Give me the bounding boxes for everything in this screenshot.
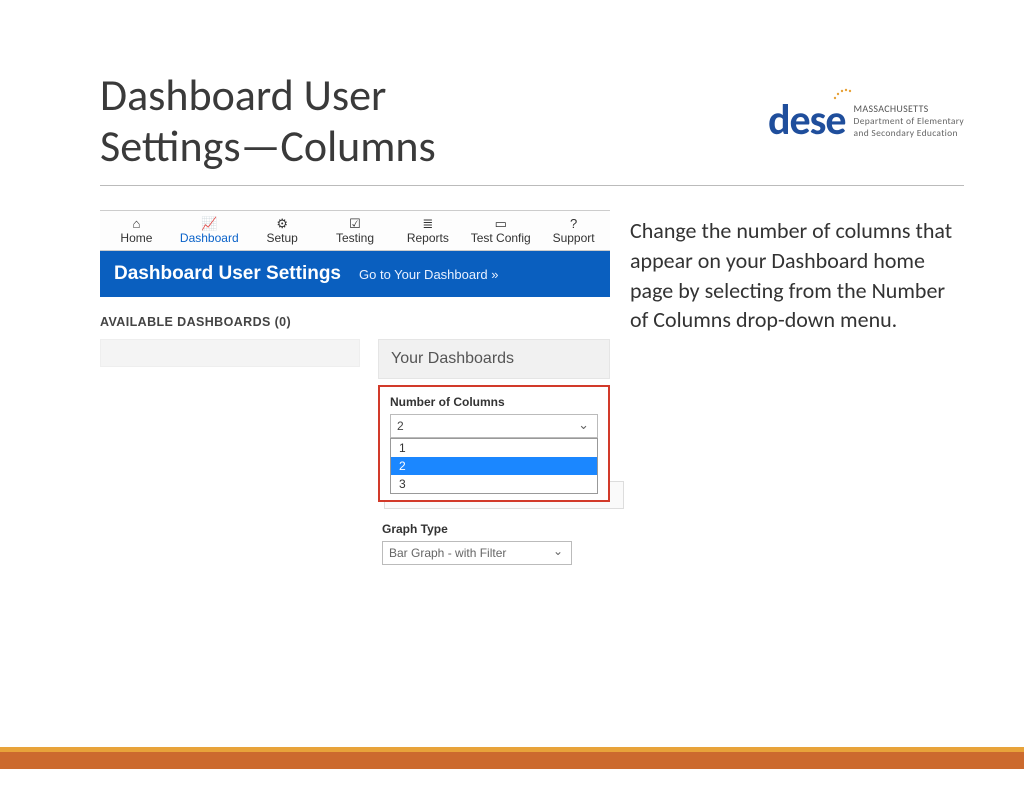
nav-setup[interactable]: ⚙ Setup [246, 211, 319, 250]
available-dashboards-label: AVAILABLE DASHBOARDS (0) [100, 297, 610, 339]
nav-testing[interactable]: ☑ Testing [319, 211, 392, 250]
columns-option-1[interactable]: 1 [391, 439, 597, 457]
banner-title: Dashboard User Settings [114, 263, 341, 285]
page-title: Dashboard User Settings—Columns [100, 70, 436, 171]
grid-icon: ▭ [464, 217, 537, 230]
panel-title: Your Dashboards [378, 339, 610, 379]
page-banner: Dashboard User Settings Go to Your Dashb… [100, 251, 610, 297]
nav-home[interactable]: ⌂ Home [100, 211, 173, 250]
columns-option-3[interactable]: 3 [391, 475, 597, 493]
nav-test-config[interactable]: ▭ Test Config [464, 211, 537, 250]
number-of-columns-field: Number of Columns 2 1 2 3 [378, 385, 610, 502]
app-screenshot: ⌂ Home 📈 Dashboard ⚙ Setup ☑ Testing ≣ [100, 210, 610, 565]
nav-label: Testing [336, 231, 374, 245]
columns-label: Number of Columns [390, 395, 598, 409]
nav-reports[interactable]: ≣ Reports [391, 211, 464, 250]
nav-label: Support [553, 231, 595, 245]
list-icon: ≣ [391, 217, 464, 230]
slide-description: Change the number of columns that appear… [630, 210, 960, 565]
header: Dashboard User Settings—Columns dese MAS… [100, 70, 964, 186]
graph-type-field: Graph Type Bar Graph - with Filter [378, 520, 610, 565]
nav-label: Reports [407, 231, 449, 245]
nav-support[interactable]: ? Support [537, 211, 610, 250]
help-icon: ? [537, 217, 610, 230]
your-dashboards-panel: Your Dashboards ↓ Session Status by Subj… [378, 339, 610, 565]
nav-label: Setup [266, 231, 297, 245]
top-nav: ⌂ Home 📈 Dashboard ⚙ Setup ☑ Testing ≣ [100, 210, 610, 251]
nav-label: Home [120, 231, 152, 245]
logo-wordmark: dese [768, 95, 846, 146]
empty-available-list [100, 339, 360, 367]
dese-logo: dese MASSACHUSETTS Department of Element… [768, 95, 964, 146]
graph-type-label: Graph Type [382, 522, 606, 536]
columns-option-2[interactable]: 2 [391, 457, 597, 475]
columns-select[interactable]: 2 [390, 414, 598, 438]
gear-icon: ⚙ [246, 217, 319, 230]
footer-accent [0, 747, 1024, 769]
graph-type-select[interactable]: Bar Graph - with Filter [382, 541, 572, 565]
logo-subtext: MASSACHUSETTS Department of Elementary a… [854, 102, 964, 140]
check-icon: ☑ [319, 217, 392, 230]
sun-icon [832, 87, 852, 101]
nav-label: Dashboard [180, 231, 239, 245]
chart-icon: 📈 [173, 217, 246, 230]
nav-dashboard[interactable]: 📈 Dashboard [173, 211, 246, 250]
go-to-dashboard-link[interactable]: Go to Your Dashboard » [359, 267, 499, 282]
nav-label: Test Config [471, 231, 531, 245]
home-icon: ⌂ [100, 217, 173, 230]
columns-dropdown: 1 2 3 [390, 438, 598, 494]
